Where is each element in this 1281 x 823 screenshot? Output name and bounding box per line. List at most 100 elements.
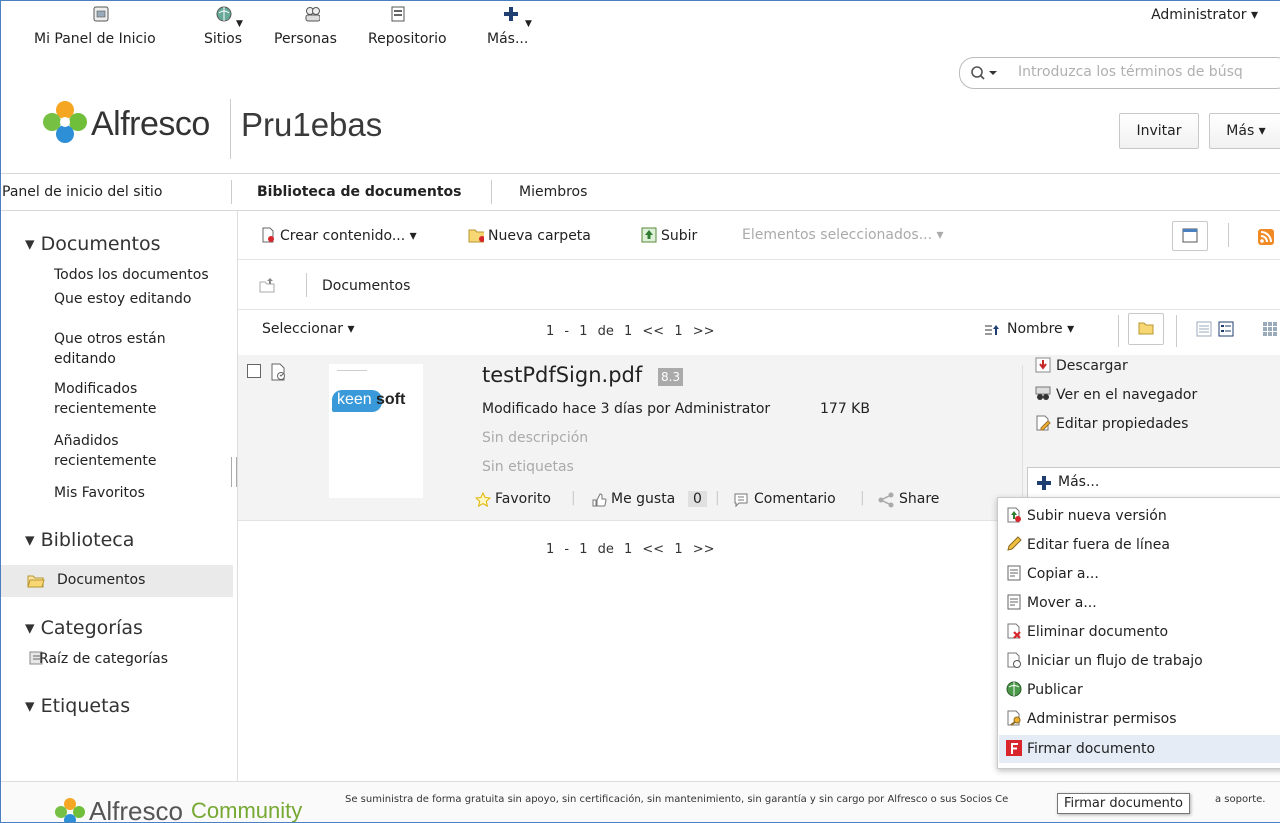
plus-icon [1037, 476, 1051, 490]
comment-link[interactable]: Comentario [754, 491, 836, 507]
more-actions-tab[interactable]: Más... [1027, 467, 1280, 498]
search-input[interactable] [1016, 63, 1280, 81]
breadcrumb-documents[interactable]: Documentos [322, 278, 410, 294]
upload-button[interactable]: Subir [641, 227, 697, 244]
create-content-icon [262, 227, 274, 243]
tab-document-library[interactable]: Biblioteca de documentos [257, 184, 462, 200]
sites-caret-icon: ▼ [236, 19, 243, 29]
star-icon[interactable] [475, 492, 491, 508]
library-documents-item[interactable]: Documentos [1, 565, 233, 597]
thumbnail-text-a: keen [337, 391, 372, 408]
tags-header[interactable]: ▾ Etiquetas [25, 695, 130, 717]
menu-copy-to[interactable]: Copiar a... [1006, 560, 1280, 588]
categories-header[interactable]: ▾ Categorías [25, 617, 143, 639]
like-icon[interactable] [591, 492, 607, 508]
action-view-browser[interactable]: Ver en el navegador [1035, 386, 1197, 403]
document-workflow-icon [271, 363, 285, 381]
gallery-view-icon[interactable] [1262, 321, 1278, 337]
invite-button[interactable]: Invitar [1119, 113, 1199, 149]
tab-members[interactable]: Miembros [519, 184, 587, 200]
sidebar-resize-handle[interactable] [231, 457, 237, 487]
menu-publish-label: Publicar [1027, 682, 1083, 698]
menu-delete-document[interactable]: Eliminar documento [1006, 618, 1280, 646]
action-edit-properties-label: Editar propiedades [1056, 416, 1189, 432]
filter-editing-me[interactable]: Que estoy editando [54, 289, 234, 309]
alfresco-logo-icon [43, 101, 87, 143]
fullscreen-button[interactable] [1172, 221, 1208, 251]
nav-divider [491, 180, 492, 204]
search-box[interactable] [959, 57, 1280, 89]
version-badge: 8.3 [658, 368, 684, 386]
sort-ascending-icon[interactable] [984, 323, 1000, 337]
share-icon[interactable] [877, 492, 895, 508]
favorite-link[interactable]: Favorito [495, 491, 551, 507]
file-size: 177 KB [820, 401, 870, 417]
thumbnail-rule [337, 370, 367, 371]
site-title: Pru1ebas [241, 106, 383, 143]
upload-version-icon [1007, 507, 1021, 523]
categories-root[interactable]: Raíz de categorías [39, 649, 219, 669]
pagination-top[interactable]: 1 - 1 de 1 << 1 >> [546, 324, 715, 339]
new-folder-button[interactable]: Nueva carpeta [468, 227, 591, 244]
create-content-button[interactable]: Crear contenido... ▾ [260, 227, 417, 244]
document-name[interactable]: testPdfSign.pdf [482, 363, 642, 387]
delete-icon [1007, 623, 1021, 639]
user-menu[interactable]: Administrator ▾ [1151, 7, 1258, 23]
menu-start-workflow[interactable]: Iniciar un flujo de trabajo [1006, 647, 1280, 675]
new-folder-icon [468, 229, 484, 243]
menu-sign-document[interactable]: Firmar documento [999, 735, 1280, 763]
social-sep: | [715, 490, 720, 506]
documents-filter-header[interactable]: ▾ Documentos [25, 233, 161, 255]
folder-icon [1138, 322, 1154, 335]
nav-sites[interactable]: Sitios [204, 31, 242, 47]
detailed-view-icon[interactable] [1218, 321, 1234, 337]
more-actions-label: Más... [1058, 474, 1100, 490]
library-header[interactable]: ▾ Biblioteca [25, 529, 134, 551]
select-menu[interactable]: Seleccionar ▾ [262, 321, 355, 337]
rss-icon[interactable] [1258, 229, 1274, 245]
filter-recently-added[interactable]: Añadidos recientemente [54, 431, 204, 471]
path-divider [306, 273, 307, 297]
nav-more[interactable]: Más... [487, 31, 528, 47]
filter-editing-others[interactable]: Que otros están editando [54, 329, 204, 369]
search-icon [971, 66, 997, 80]
folder-up-icon[interactable] [258, 277, 276, 293]
tab-site-dashboard[interactable]: Panel de inicio del sitio [2, 184, 162, 200]
row-checkbox[interactable] [247, 364, 261, 378]
action-edit-properties[interactable]: Editar propiedades [1035, 415, 1188, 432]
listhead-divider [1176, 315, 1177, 347]
modified-info: Modificado hace 3 días por Administrator [482, 401, 771, 417]
site-more-button[interactable]: Más ▾ [1209, 113, 1280, 149]
filter-all[interactable]: Todos los documentos [54, 265, 234, 285]
site-nav: Panel de inicio del sitio Biblioteca de … [1, 173, 1280, 211]
selected-items-menu[interactable]: Elementos seleccionados... ▾ [742, 227, 944, 243]
menu-move-to[interactable]: Mover a... [1006, 589, 1280, 617]
simple-view-icon[interactable] [1196, 321, 1212, 337]
comment-icon[interactable] [733, 492, 749, 508]
pagination-bottom[interactable]: 1 - 1 de 1 << 1 >> [546, 542, 715, 557]
social-sep: | [571, 490, 576, 506]
action-download[interactable]: Descargar [1035, 357, 1128, 374]
menu-sign-document-label: Firmar documento [1027, 741, 1156, 757]
nav-dashboard[interactable]: Mi Panel de Inicio [34, 31, 156, 47]
menu-edit-offline[interactable]: Editar fuera de línea [1006, 531, 1280, 559]
footer-brand-suffix: Community [191, 798, 303, 823]
copy-icon [1007, 565, 1021, 581]
menu-edit-offline-label: Editar fuera de línea [1027, 537, 1170, 553]
filter-favorites[interactable]: Mis Favoritos [54, 483, 234, 503]
filter-recently-modified[interactable]: Modificados recientemente [54, 379, 204, 419]
menu-move-to-label: Mover a... [1027, 595, 1097, 611]
nav-repository[interactable]: Repositorio [368, 31, 447, 47]
menu-manage-permissions[interactable]: Administrar permisos [1006, 705, 1280, 733]
show-folders-toggle[interactable] [1128, 313, 1164, 345]
alfresco-community-logo-icon [55, 798, 85, 822]
nav-people[interactable]: Personas [274, 31, 337, 47]
menu-upload-new-version[interactable]: Subir nueva versión [1006, 502, 1280, 530]
listhead-divider [1118, 315, 1119, 347]
share-link[interactable]: Share [899, 491, 939, 507]
sort-field-menu[interactable]: Nombre ▾ [1007, 321, 1074, 337]
menu-publish[interactable]: Publicar [1006, 676, 1280, 704]
sign-document-icon [1006, 740, 1022, 756]
document-thumbnail[interactable]: keen soft [329, 364, 423, 498]
like-link[interactable]: Me gusta [611, 491, 675, 507]
